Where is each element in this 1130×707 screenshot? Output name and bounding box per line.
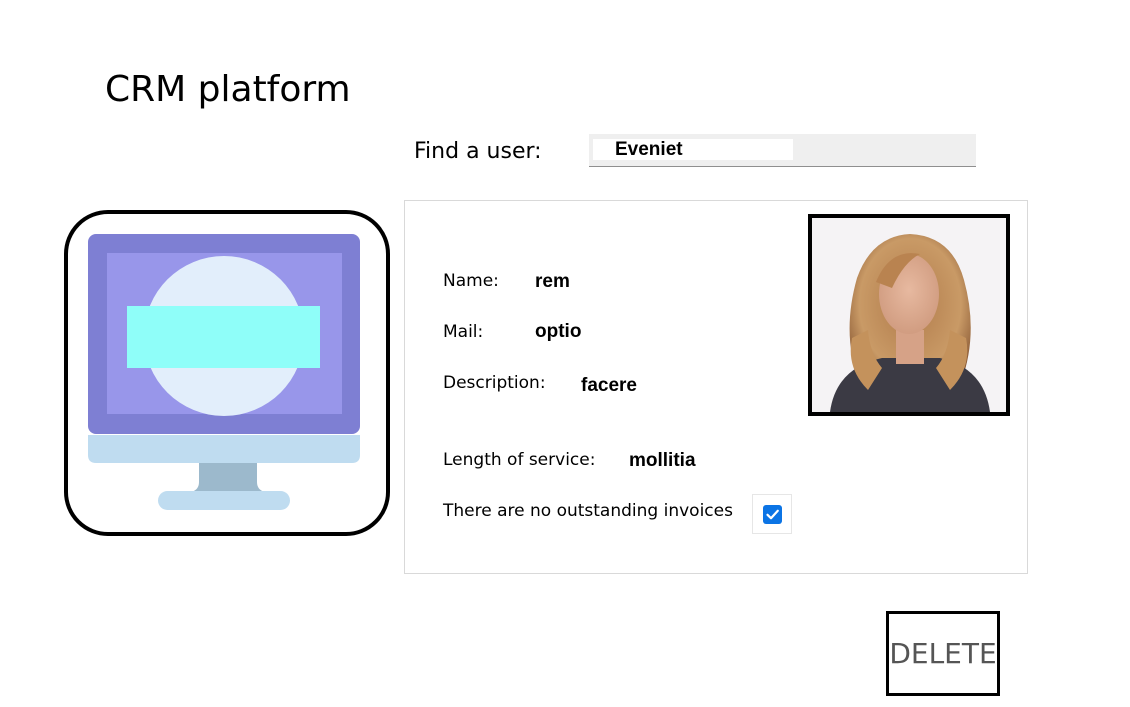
description-label: Description: [443, 373, 546, 393]
mail-value: optio [535, 321, 582, 342]
find-user-label: Find a user: [414, 139, 542, 164]
length-of-service-label: Length of service: [443, 450, 596, 470]
delete-button[interactable]: DELETE [886, 611, 1000, 696]
name-label: Name: [443, 271, 499, 291]
search-input[interactable] [593, 139, 793, 160]
user-photo-image [812, 218, 1006, 412]
invoices-label: There are no outstanding invoices [443, 501, 733, 521]
user-photo [808, 214, 1010, 416]
check-icon [766, 509, 779, 520]
app-title: CRM platform [105, 69, 351, 110]
monitor-icon [88, 234, 360, 510]
length-of-service-value: mollitia [629, 450, 696, 471]
name-value: rem [535, 271, 570, 292]
search-field[interactable] [589, 134, 976, 167]
monitor-illustration [64, 210, 390, 536]
mail-label: Mail: [443, 322, 484, 342]
invoices-checkbox-container [752, 494, 792, 534]
invoices-checkbox[interactable] [763, 505, 782, 524]
description-value: facere [581, 375, 637, 396]
